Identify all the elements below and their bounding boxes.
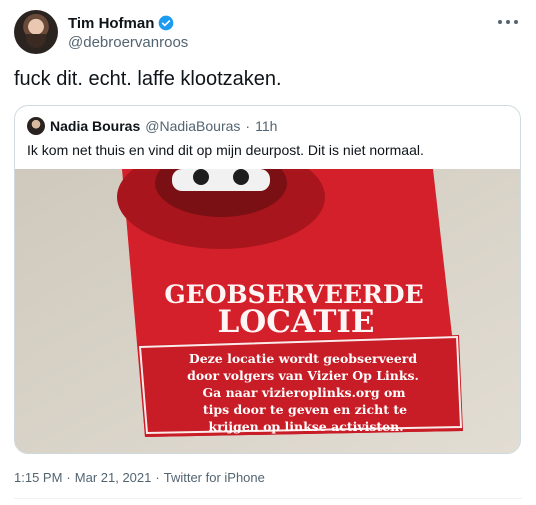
sticker-logo	[172, 169, 270, 191]
sticker-title-2: LOCATIE	[217, 304, 374, 340]
sticker-body-line: door volgers van Vizier Op Links.	[187, 368, 419, 383]
divider	[14, 498, 522, 499]
tweet-meta: 1:15 PM · Mar 21, 2021 · Twitter for iPh…	[14, 470, 265, 485]
author-name-row: Tim Hofman	[68, 14, 174, 32]
tweet-source[interactable]: Twitter for iPhone	[164, 470, 265, 485]
sticker-body-line: Deze locatie wordt geobserveerd	[189, 351, 417, 366]
quote-tweet[interactable]: Nadia Bouras @NadiaBouras · 11h Ik kom n…	[14, 105, 521, 454]
sticker-photo: GEOBSERVEERDE LOCATIE Deze locatie wordt…	[15, 169, 520, 453]
quote-author-handle: @NadiaBouras	[145, 118, 241, 134]
quote-header: Nadia Bouras @NadiaBouras · 11h	[27, 117, 277, 135]
sticker-body-line: tips door te geven en zicht te	[203, 402, 407, 417]
meta-separator: ·	[66, 470, 71, 485]
meta-separator: ·	[155, 470, 160, 485]
tweet-text: fuck dit. echt. laffe klootzaken.	[14, 68, 282, 90]
author-name[interactable]: Tim Hofman	[68, 15, 154, 32]
more-icon[interactable]	[498, 14, 518, 30]
quote-photo[interactable]: GEOBSERVEERDE LOCATIE Deze locatie wordt…	[15, 169, 520, 453]
tweet-date[interactable]: Mar 21, 2021	[75, 470, 152, 485]
quote-text: Ik kom net thuis en vind dit op mijn deu…	[27, 142, 424, 158]
quote-author-name: Nadia Bouras	[50, 118, 141, 134]
sticker-logo-eye-left	[193, 169, 209, 185]
tweet-time[interactable]: 1:15 PM	[14, 470, 62, 485]
tweet: Tim Hofman @debroervanroos fuck dit. ech…	[0, 0, 536, 505]
sticker-body-line: krijgen op linkse activisten.	[208, 419, 403, 434]
verified-badge-icon	[159, 15, 174, 31]
quote-time: 11h	[255, 118, 278, 134]
author-handle[interactable]: @debroervanroos	[68, 34, 188, 51]
quote-separator: ·	[245, 118, 251, 134]
sticker-body-line: Ga naar vizieroplinks.org om	[202, 385, 405, 400]
sticker-logo-eye-right	[233, 169, 249, 185]
quote-avatar	[27, 117, 45, 135]
author-avatar[interactable]	[14, 10, 58, 54]
